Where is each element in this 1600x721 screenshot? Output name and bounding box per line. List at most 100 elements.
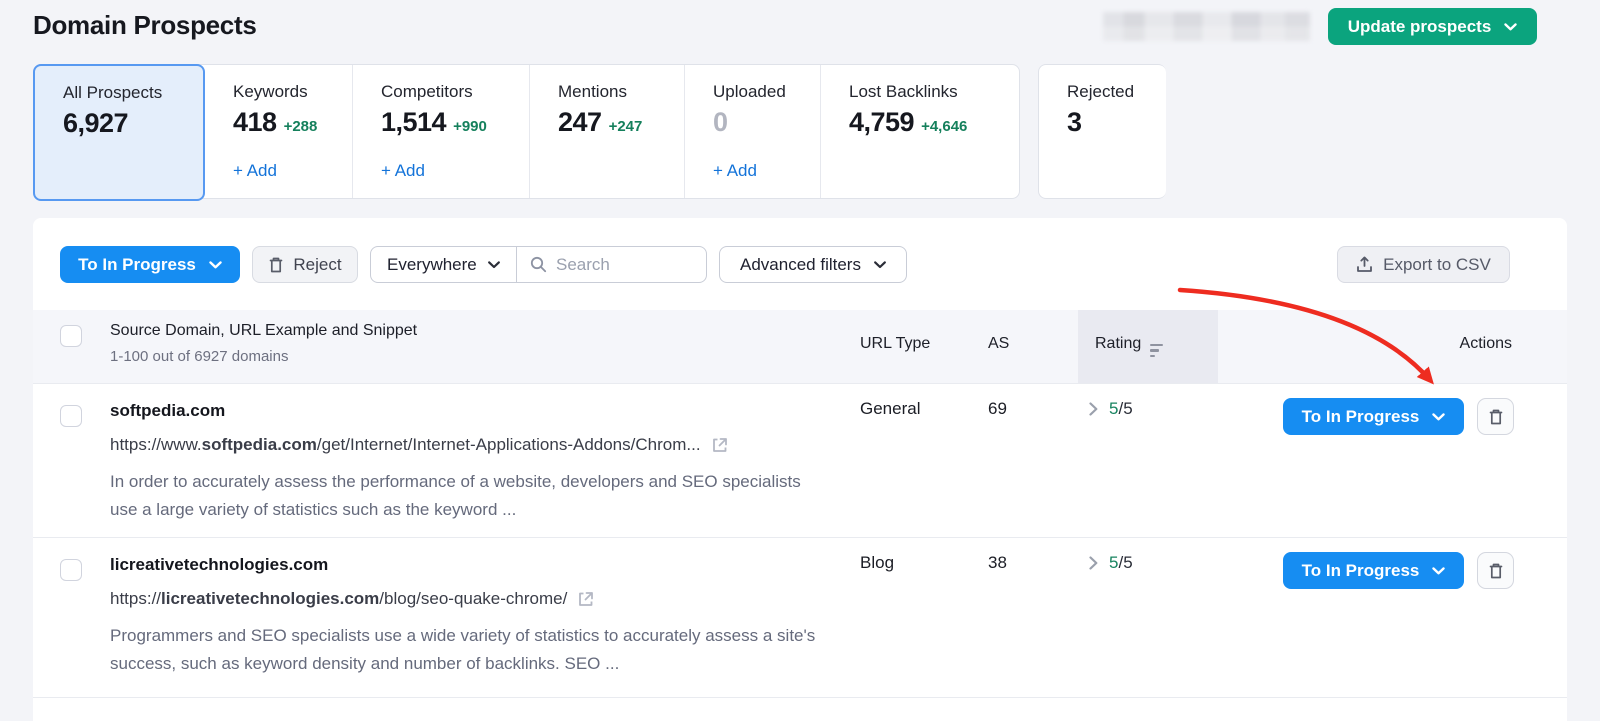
rating-cell[interactable]: 5/5 xyxy=(1089,553,1133,573)
url-type-value: Blog xyxy=(860,553,895,572)
chevron-right-icon[interactable] xyxy=(1089,402,1098,416)
as-value: 38 xyxy=(988,553,1007,572)
export-icon xyxy=(1357,256,1373,272)
redacted-project-name xyxy=(1103,12,1310,41)
as-value: 69 xyxy=(988,399,1007,418)
tab-label: Mentions xyxy=(558,82,627,101)
sort-descending-icon[interactable] xyxy=(1150,343,1164,357)
rating-cell[interactable]: 5/5 xyxy=(1089,399,1133,419)
column-source-domain: Source Domain, URL Example and Snippet xyxy=(110,322,418,339)
url-example: https://www.softpedia.com/get/Internet/I… xyxy=(110,435,729,455)
tab-label: Uploaded xyxy=(713,82,786,101)
trash-icon xyxy=(270,257,283,272)
tab-count: 418 xyxy=(233,107,277,137)
url-text: https://licreativetechnologies.com/blog/… xyxy=(110,589,568,608)
column-actions: Actions xyxy=(1459,335,1512,352)
url-text: https://www.softpedia.com/get/Internet/I… xyxy=(110,435,701,454)
bulk-to-in-progress-button[interactable]: To In Progress xyxy=(60,246,240,283)
row-to-in-progress-button[interactable]: To In Progress xyxy=(1283,552,1464,589)
chevron-down-icon xyxy=(874,260,886,268)
search-icon xyxy=(530,256,547,273)
column-url-type: URL Type xyxy=(860,335,931,352)
domain-prospects-page: Domain Prospects Update prospects All Pr… xyxy=(0,0,1600,721)
table-header: Source Domain, URL Example and Snippet 1… xyxy=(33,310,1567,383)
table-row: softpedia.com https://www.softpedia.com/… xyxy=(33,383,1567,537)
tab-delta: +990 xyxy=(453,118,487,135)
tab-rejected[interactable]: Rejected 3 xyxy=(1038,64,1166,199)
tab-count: 3 xyxy=(1067,107,1082,137)
tab-delta: +4,646 xyxy=(921,118,968,135)
tab-count: 0 xyxy=(713,107,728,137)
tab-count: 6,927 xyxy=(63,108,129,138)
source-domain: softpedia.com xyxy=(110,401,226,420)
snippet-text: In order to accurately assess the perfor… xyxy=(110,472,801,519)
tab-label: Lost Backlinks xyxy=(849,82,958,101)
tab-count: 4,759 xyxy=(849,107,915,137)
search-input[interactable] xyxy=(556,254,686,275)
tab-delta: +247 xyxy=(608,118,643,135)
tab-label: All Prospects xyxy=(63,83,163,102)
chevron-down-icon xyxy=(487,260,500,268)
add-competitors-link[interactable]: + Add xyxy=(381,161,425,181)
tab-delta: +288 xyxy=(283,118,318,135)
tab-label: Keywords xyxy=(233,82,308,101)
url-example: https://licreativetechnologies.com/blog/… xyxy=(110,589,595,609)
source-domain: licreativetechnologies.com xyxy=(110,555,329,574)
advanced-filters-button[interactable]: Advanced filters xyxy=(719,246,907,283)
tab-label: Competitors xyxy=(381,82,473,101)
prospect-tabs: All Prospects 6,927 Keywords 418 +288 + A… xyxy=(33,64,1166,201)
row-to-in-progress-label: To In Progress xyxy=(1301,560,1420,580)
url-type-value: General xyxy=(860,399,921,418)
select-all-checkbox[interactable] xyxy=(60,325,82,347)
table-row: licreativetechnologies.com https://licre… xyxy=(33,537,1567,698)
page-title: Domain Prospects xyxy=(33,10,257,40)
prospect-tabs-group: All Prospects 6,927 Keywords 418 +288 + A… xyxy=(33,64,1020,201)
row-to-in-progress-button[interactable]: To In Progress xyxy=(1283,398,1464,435)
reject-label: Reject xyxy=(293,254,342,274)
search-scope-dropdown[interactable]: Everywhere xyxy=(371,247,517,282)
prospects-panel: To In Progress Reject Everywhere Advance… xyxy=(33,218,1567,721)
chevron-right-icon[interactable] xyxy=(1089,556,1098,570)
row-checkbox[interactable] xyxy=(60,405,82,427)
add-uploaded-link[interactable]: + Add xyxy=(713,161,757,181)
column-as: AS xyxy=(988,335,1010,352)
tab-count: 1,514 xyxy=(381,107,447,137)
row-checkbox[interactable] xyxy=(60,559,82,581)
reject-button[interactable]: Reject xyxy=(252,246,358,283)
chevron-down-icon xyxy=(1432,566,1446,574)
tab-lost-backlinks[interactable]: Lost Backlinks 4,759 +4,646 xyxy=(821,65,1019,198)
trash-icon xyxy=(1489,563,1502,578)
external-link-icon[interactable] xyxy=(711,436,729,454)
search-filter-group: Everywhere xyxy=(370,246,707,283)
tab-competitors[interactable]: Competitors 1,514 +990 + Add xyxy=(353,65,530,198)
rows-count-label: 1-100 out of 6927 domains xyxy=(110,348,289,365)
snippet-text: Programmers and SEO specialists use a wi… xyxy=(110,626,816,673)
chevron-down-icon xyxy=(209,260,222,268)
rating-value: 5/5 xyxy=(1109,399,1133,418)
bulk-to-in-progress-label: To In Progress xyxy=(78,254,196,274)
chevron-down-icon xyxy=(1504,22,1517,30)
export-to-csv-button[interactable]: Export to CSV xyxy=(1337,246,1510,283)
row-to-in-progress-label: To In Progress xyxy=(1301,406,1420,426)
tab-uploaded[interactable]: Uploaded 0 + Add xyxy=(685,65,821,198)
tab-mentions[interactable]: Mentions 247 +247 xyxy=(530,65,685,198)
update-prospects-button[interactable]: Update prospects xyxy=(1328,8,1537,45)
column-rating-label: Rating xyxy=(1095,335,1142,352)
tab-count: 247 xyxy=(558,107,602,137)
chevron-down-icon xyxy=(1432,412,1446,420)
advanced-filters-label: Advanced filters xyxy=(740,254,861,274)
search-scope-label: Everywhere xyxy=(387,254,477,274)
tab-keywords[interactable]: Keywords 418 +288 + Add xyxy=(205,65,353,198)
update-prospects-label: Update prospects xyxy=(1347,16,1492,36)
tab-label: Rejected xyxy=(1067,82,1135,101)
tab-all-prospects[interactable]: All Prospects 6,927 xyxy=(33,64,205,201)
search-box xyxy=(517,247,706,282)
column-rating[interactable]: Rating xyxy=(1095,335,1164,357)
rating-value: 5/5 xyxy=(1109,553,1133,572)
external-link-icon[interactable] xyxy=(577,590,595,608)
trash-icon xyxy=(1489,409,1502,424)
row-delete-button[interactable] xyxy=(1477,398,1514,435)
add-keywords-link[interactable]: + Add xyxy=(233,161,277,181)
export-to-csv-label: Export to CSV xyxy=(1383,254,1491,274)
row-delete-button[interactable] xyxy=(1477,552,1514,589)
